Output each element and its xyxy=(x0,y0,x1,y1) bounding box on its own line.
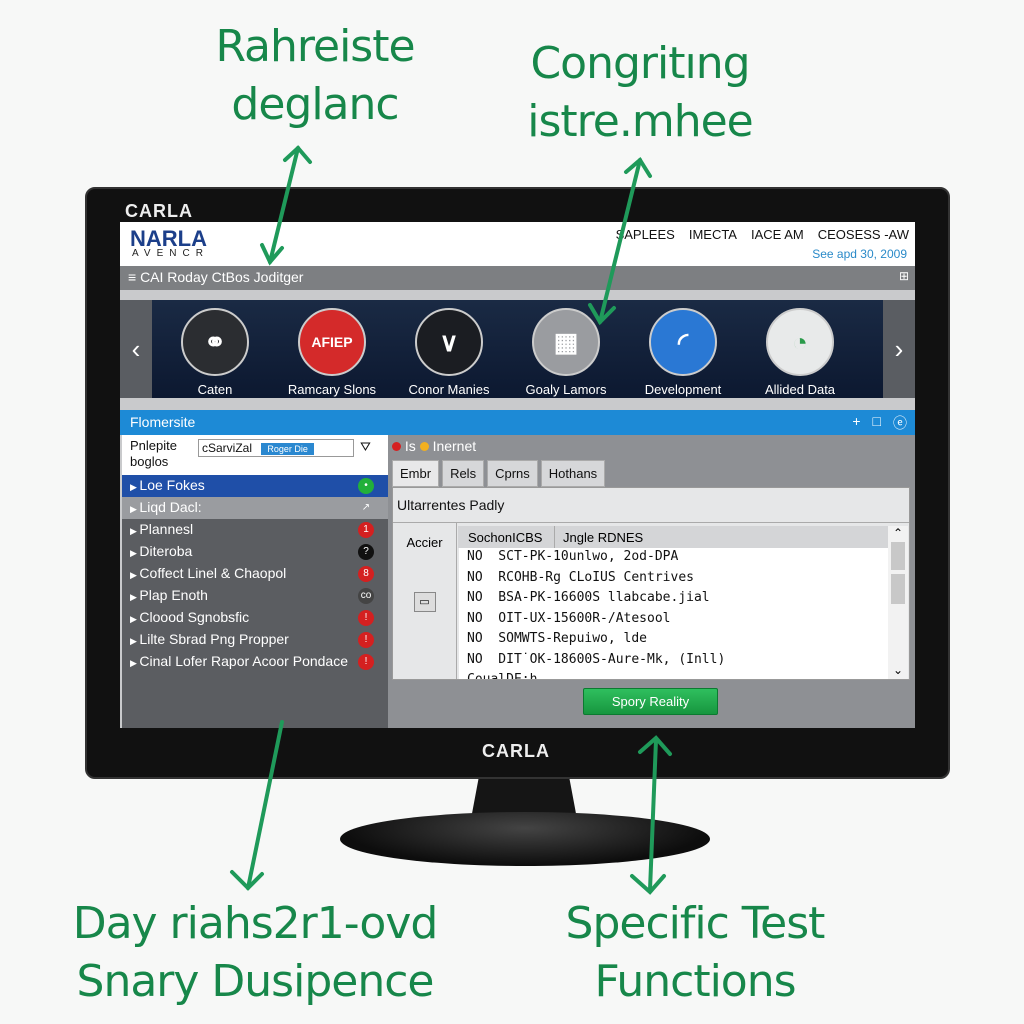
arrow-bottom-right xyxy=(630,735,672,895)
annotation-arrows xyxy=(230,145,672,895)
arrow-bottom-left xyxy=(230,720,284,891)
arrow-top-left xyxy=(260,145,312,266)
arrow-top-right xyxy=(588,156,652,326)
